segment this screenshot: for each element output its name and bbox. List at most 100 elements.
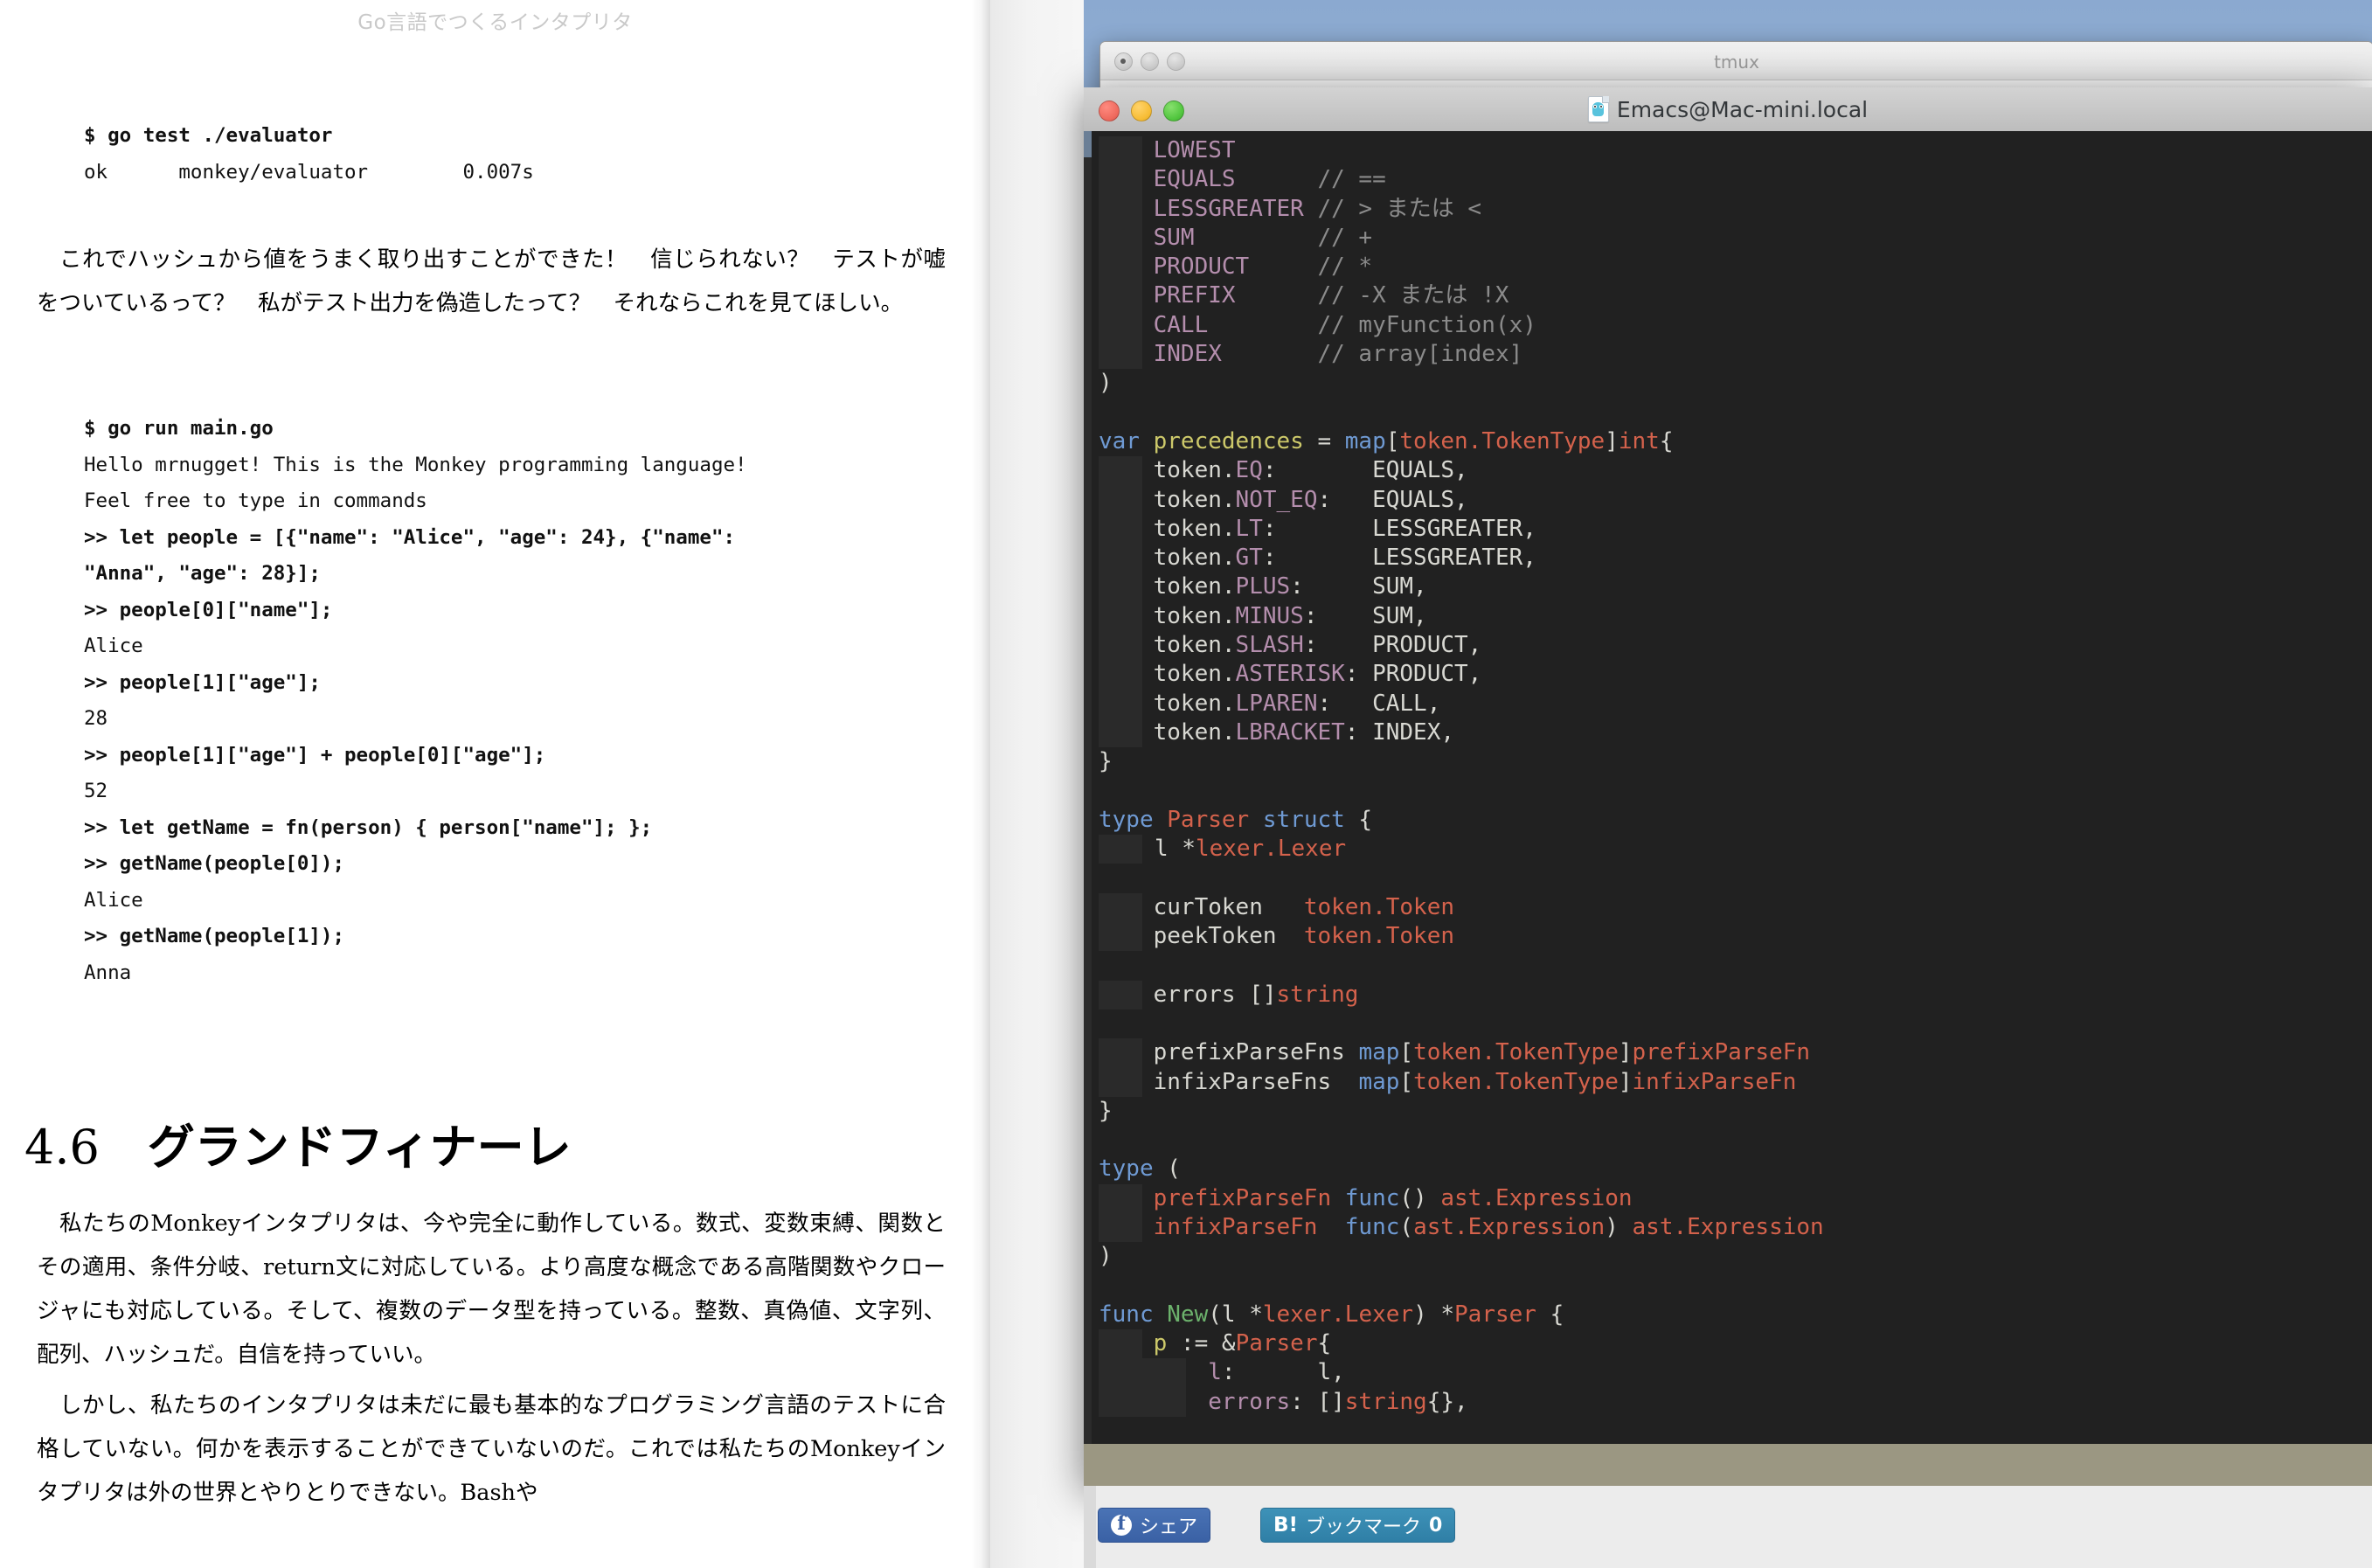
code-line[interactable]: infixParseFns map[token.TokenType]infixP… — [1099, 1067, 2372, 1097]
code-line[interactable] — [1099, 1009, 2372, 1038]
code-line[interactable]: CALL // myFunction(x) — [1099, 310, 2372, 341]
code-line[interactable]: errors: []string{}, — [1099, 1387, 2372, 1418]
code-token: ast.Expression — [1632, 1213, 1824, 1240]
code-token: Parser — [1167, 806, 1263, 833]
code-line[interactable]: token.LT: LESSGREATER, — [1099, 514, 2372, 545]
code-line[interactable]: LESSGREATER // > または < — [1099, 194, 2372, 224]
facebook-share-button[interactable]: シェア — [1098, 1508, 1211, 1543]
code-line[interactable]: token.LPAREN: CALL, — [1099, 689, 2372, 718]
code-line[interactable]: func New(l *lexer.Lexer) *Parser { — [1099, 1301, 2372, 1329]
code-line[interactable] — [1099, 1126, 2372, 1155]
code-line[interactable]: token.NOT_EQ: EQUALS, — [1099, 485, 2372, 515]
code-line[interactable]: token.GT: LESSGREATER, — [1099, 544, 2372, 573]
code-token: errors — [1208, 1388, 1291, 1415]
code-line-text: type Parser struct { — [1099, 807, 1372, 833]
code-line[interactable]: } — [1099, 1097, 2372, 1126]
code-token: func — [1344, 1184, 1400, 1211]
code-line[interactable]: } — [1099, 747, 2372, 776]
code-line-text: token.EQ: EQUALS, — [1099, 457, 1468, 483]
tmux-window-title: tmux — [1714, 52, 1759, 73]
code-token: ( — [1399, 1213, 1414, 1240]
code-token: map — [1358, 1039, 1400, 1066]
code-line-text: l: l, — [1099, 1359, 1345, 1385]
code-line: >> let getName = fn(person) { person["na… — [84, 815, 653, 839]
code-token: curToken — [1153, 893, 1304, 920]
emacs-title-wrap: Emacs@Mac-mini.local — [1084, 87, 2372, 131]
code-token: LPAREN — [1235, 690, 1318, 717]
code-line[interactable]: prefixParseFn func() ast.Expression — [1099, 1183, 2372, 1213]
code-line-text: } — [1099, 1098, 1113, 1124]
code-line[interactable]: EQUALS // == — [1099, 165, 2372, 195]
code-line[interactable]: token.MINUS: SUM, — [1099, 601, 2372, 632]
emacs-window[interactable]: Emacs@Mac-mini.local LOWEST EQUALS // ==… — [1084, 87, 2372, 1486]
code-line[interactable]: infixParseFn func(ast.Expression) ast.Ex… — [1099, 1212, 2372, 1243]
code-token: ( — [1167, 1155, 1181, 1183]
code-token: ast.Expression — [1413, 1213, 1606, 1240]
code-line[interactable]: p := &Parser{ — [1099, 1329, 2372, 1359]
code-line-text: errors []string — [1099, 981, 1359, 1008]
code-line[interactable]: errors []string — [1099, 980, 2372, 1009]
code-token: errors [] — [1153, 981, 1277, 1008]
code-line[interactable]: l: l, — [1099, 1358, 2372, 1388]
code-line[interactable] — [1099, 777, 2372, 806]
code-token: token. — [1153, 602, 1236, 629]
tmux-titlebar[interactable]: tmux — [1100, 42, 2372, 80]
code-line[interactable]: l *lexer.Lexer — [1099, 835, 2372, 864]
code-token: INDEX — [1153, 341, 1318, 368]
code-line-text: l *lexer.Lexer — [1113, 836, 1346, 862]
code-token: ) — [1099, 370, 1113, 397]
code-line[interactable]: prefixParseFns map[token.TokenType]prefi… — [1099, 1038, 2372, 1068]
code-line[interactable] — [1099, 864, 2372, 892]
code-line[interactable]: LOWEST — [1099, 136, 2372, 166]
emacs-buffer-canvas[interactable]: LOWEST EQUALS // == LESSGREATER // > または… — [1084, 131, 2372, 1486]
code-line[interactable]: INDEX // array[index] — [1099, 340, 2372, 370]
code-line: Hello mrnugget! This is the Monkey progr… — [84, 453, 747, 476]
code-line[interactable]: ) — [1099, 369, 2372, 398]
go-source-code-buffer[interactable]: LOWEST EQUALS // == LESSGREATER // > または… — [1099, 131, 2372, 1444]
code-token: : INDEX, — [1344, 718, 1455, 746]
code-line[interactable]: var precedences = map[token.TokenType]in… — [1099, 427, 2372, 456]
code-line[interactable]: token.EQ: EQUALS, — [1099, 456, 2372, 486]
code-line[interactable]: ) — [1099, 1242, 2372, 1271]
emacs-titlebar[interactable]: Emacs@Mac-mini.local — [1084, 87, 2372, 132]
code-token: ] — [1618, 1068, 1633, 1095]
code-line[interactable]: token.LBRACKET: INDEX, — [1099, 718, 2372, 748]
social-share-bar: シェア B! ブックマーク 0 — [1084, 1486, 2372, 1568]
code-token: : PRODUCT, — [1303, 632, 1482, 659]
code-token: token.Token — [1303, 923, 1454, 950]
code-line[interactable]: SUM // + — [1099, 223, 2372, 253]
code-line[interactable]: curToken token.Token — [1099, 892, 2372, 923]
code-line[interactable]: PREFIX // -X または !X — [1099, 281, 2372, 311]
hatena-b-icon: B! — [1273, 1514, 1299, 1537]
code-line[interactable]: peekToken token.Token — [1099, 922, 2372, 952]
code-token: LESSGREATER — [1153, 195, 1318, 222]
code-line[interactable] — [1099, 1272, 2372, 1301]
code-token: : EQUALS, — [1317, 486, 1468, 513]
code-token: token.TokenType — [1399, 427, 1606, 454]
code-line[interactable]: PRODUCT // * — [1099, 253, 2372, 282]
code-line[interactable]: type ( — [1099, 1155, 2372, 1183]
code-line[interactable]: type Parser struct { — [1099, 806, 2372, 835]
hatena-bookmark-button[interactable]: B! ブックマーク 0 — [1260, 1508, 1456, 1543]
emacs-scrollbar[interactable] — [1084, 131, 1092, 1486]
code-line-text: token.LPAREN: CALL, — [1099, 690, 1441, 717]
code-token: { — [1536, 1301, 1564, 1328]
pdf-document-page[interactable]: Go言語でつくるインタプリタ $ go test ./evaluator ok m… — [0, 0, 990, 1568]
code-token: { — [1317, 1330, 1332, 1357]
code-line-text: peekToken token.Token — [1099, 923, 1454, 949]
paragraph-3: しかし、私たちのインタプリタは未だに最も基本的なプログラミング言語のテストに合格… — [37, 1392, 946, 1506]
bookmark-count: 0 — [1429, 1514, 1443, 1537]
code-line-text: ) — [1099, 1243, 1113, 1269]
code-token: prefixParseFns — [1153, 1039, 1359, 1066]
code-line[interactable] — [1099, 399, 2372, 427]
code-token: token.TokenType — [1413, 1039, 1619, 1066]
code-line[interactable] — [1099, 951, 2372, 980]
code-line[interactable]: token.ASTERISK: PRODUCT, — [1099, 660, 2372, 690]
scrollbar-thumb[interactable] — [1084, 131, 1092, 157]
code-line[interactable]: token.PLUS: SUM, — [1099, 572, 2372, 602]
code-token: infixParseFns — [1153, 1068, 1359, 1095]
code-line[interactable]: token.SLASH: PRODUCT, — [1099, 631, 2372, 661]
code-token: // * — [1317, 253, 1373, 281]
